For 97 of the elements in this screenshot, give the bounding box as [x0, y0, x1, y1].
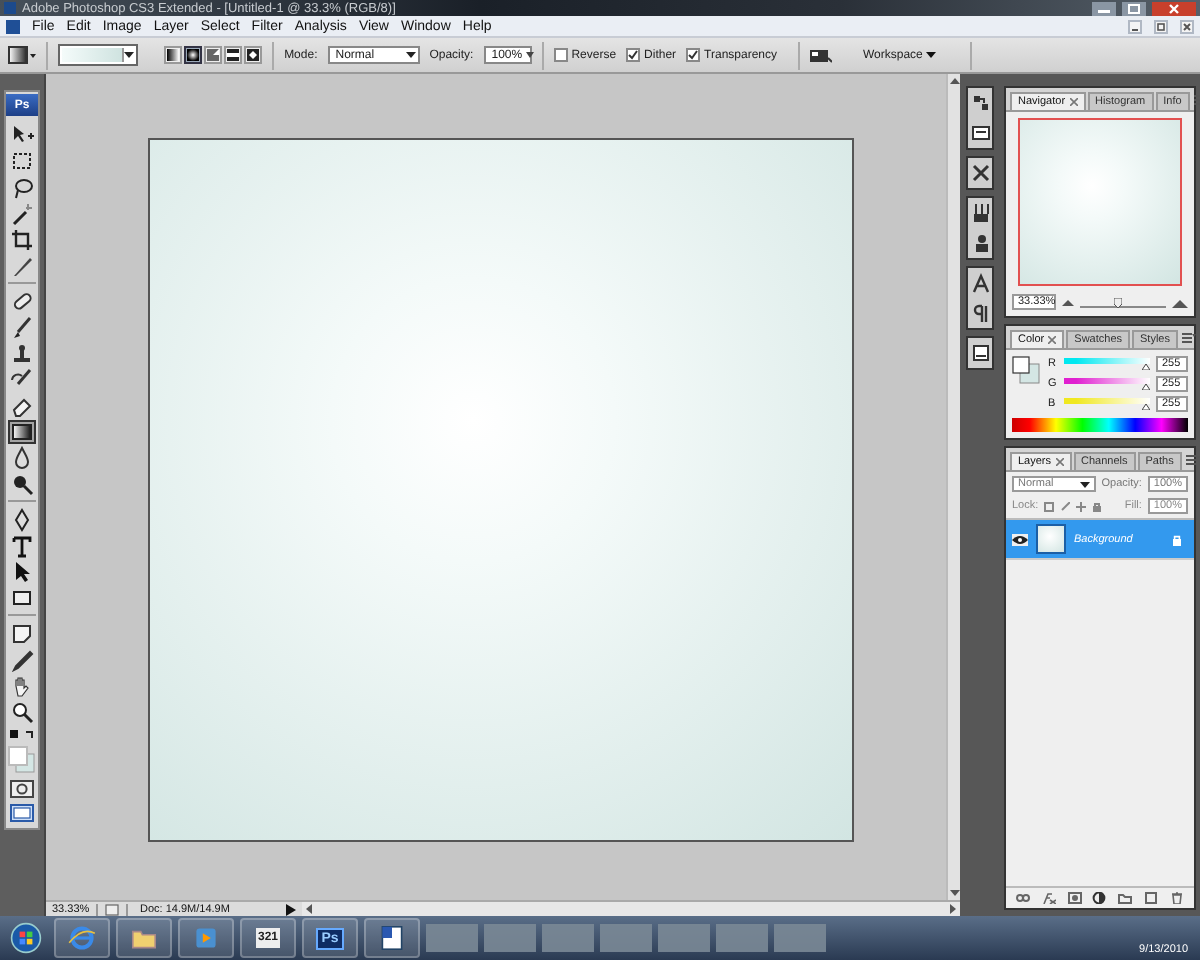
- checkbox[interactable]: [686, 48, 701, 62]
- effects-icon[interactable]: [1041, 892, 1056, 904]
- vertical-scrollbar[interactable]: [946, 74, 960, 900]
- menu-arrow-icon[interactable]: [286, 903, 296, 915]
- stamp-tool-icon[interactable]: [8, 341, 36, 365]
- notes-tool-icon[interactable]: [8, 621, 36, 645]
- folder-taskbar-button[interactable]: [116, 918, 172, 958]
- lock-icon[interactable]: [1092, 501, 1103, 511]
- eye-icon[interactable]: [1012, 533, 1028, 545]
- document-icon[interactable]: [104, 903, 120, 915]
- taskbar-thumbnail[interactable]: [542, 924, 594, 952]
- lock-move-icon[interactable]: [1076, 501, 1087, 511]
- checkbox[interactable]: [626, 48, 641, 62]
- history-tool-icon[interactable]: [8, 367, 36, 391]
- new-layer-icon[interactable]: [1144, 892, 1159, 904]
- gradient-type-icon[interactable]: [184, 46, 203, 64]
- browser-icon: [66, 922, 98, 954]
- checkbox[interactable]: [553, 48, 568, 62]
- maximize-icon[interactable]: [1122, 1, 1146, 15]
- layer-thumbnail: [1036, 524, 1066, 554]
- slice-tool-icon[interactable]: [8, 253, 36, 277]
- mask-icon[interactable]: [1067, 892, 1082, 904]
- media-icon: [190, 922, 222, 954]
- channel-slider[interactable]: [1064, 358, 1150, 370]
- gradient-type-icon[interactable]: [244, 46, 263, 64]
- document-taskbar-button[interactable]: [364, 918, 420, 958]
- channel-slider[interactable]: [1064, 398, 1150, 410]
- layer-comps-panel-icon[interactable]: [969, 342, 991, 364]
- link-icon[interactable]: [1015, 892, 1030, 904]
- zoom-tool-icon[interactable]: [8, 699, 36, 723]
- history-panel-icon[interactable]: [969, 92, 991, 114]
- slider-thumb[interactable]: [1114, 297, 1123, 307]
- close-icon[interactable]: [1152, 1, 1196, 15]
- crop-tool-icon[interactable]: [8, 227, 36, 251]
- dodge-tool-icon[interactable]: [8, 471, 36, 495]
- media-taskbar-button[interactable]: [178, 918, 234, 958]
- taskbar-thumbnail[interactable]: [774, 924, 826, 952]
- swap-colors-icon[interactable]: [8, 728, 36, 744]
- folder-icon[interactable]: [1118, 892, 1133, 904]
- minimize-icon[interactable]: [1128, 19, 1142, 33]
- start-icon: [10, 922, 42, 954]
- character-panel-icon[interactable]: [969, 272, 991, 294]
- taskbar-thumbnail[interactable]: [716, 924, 768, 952]
- zoom-out-icon[interactable]: [1062, 298, 1074, 306]
- type-tool-icon[interactable]: [8, 533, 36, 557]
- eyedropper-tool-icon[interactable]: [8, 647, 36, 671]
- brushes-panel-icon[interactable]: [969, 202, 991, 224]
- tools-panel-icon[interactable]: [969, 162, 991, 184]
- brush-tool-icon[interactable]: [8, 315, 36, 339]
- quick-mask-icon[interactable]: [10, 780, 34, 798]
- trash-icon[interactable]: [1169, 892, 1184, 904]
- color-swatches-icon[interactable]: [8, 746, 36, 774]
- caret-icon: [124, 52, 135, 58]
- arrow-right-icon[interactable]: [950, 904, 956, 914]
- close-icon[interactable]: [1048, 336, 1057, 344]
- zoom-in-icon[interactable]: [1172, 297, 1188, 307]
- gradient-tool-icon[interactable]: [8, 419, 36, 443]
- gradient-tool-icon[interactable]: [8, 46, 36, 64]
- close-icon[interactable]: [1180, 19, 1194, 33]
- heal-tool-icon[interactable]: [8, 289, 36, 313]
- taskbar-thumbnail[interactable]: [658, 924, 710, 952]
- arrow-up-icon[interactable]: [949, 78, 959, 84]
- lock-transparency-icon[interactable]: [1044, 501, 1055, 511]
- lock-brush-icon[interactable]: [1060, 501, 1071, 511]
- eraser-tool-icon[interactable]: [8, 393, 36, 417]
- taskbar-thumbnail[interactable]: [484, 924, 536, 952]
- arrow-down-icon[interactable]: [949, 890, 959, 896]
- taskbar-thumbnail[interactable]: [426, 924, 478, 952]
- actions-panel-icon[interactable]: [969, 122, 991, 144]
- shape-tool-icon[interactable]: [8, 585, 36, 609]
- caret-icon: [526, 52, 535, 58]
- caret-icon: [1079, 481, 1090, 487]
- horizontal-scrollbar[interactable]: [302, 902, 960, 916]
- close-icon[interactable]: [1055, 458, 1064, 466]
- restore-icon[interactable]: [1154, 19, 1168, 33]
- channel-slider[interactable]: [1064, 378, 1150, 390]
- zoom-slider[interactable]: [1080, 297, 1166, 307]
- color-swatches-icon[interactable]: [1012, 356, 1040, 384]
- palette-icon[interactable]: [808, 46, 833, 64]
- screen-mode-icon[interactable]: [10, 804, 34, 822]
- taskbar-thumbnail[interactable]: [600, 924, 652, 952]
- adjustment-icon[interactable]: [1092, 892, 1107, 904]
- color-spectrum[interactable]: [1012, 418, 1188, 432]
- arrow-left-icon[interactable]: [306, 904, 312, 914]
- document-icon: [376, 922, 408, 954]
- wand-tool-icon[interactable]: [8, 201, 36, 225]
- caret-icon: [926, 52, 937, 58]
- move-tool-icon[interactable]: [8, 123, 36, 147]
- gradient-picker[interactable]: [57, 44, 139, 66]
- paragraph-panel-icon[interactable]: [969, 302, 991, 324]
- caret-icon: [405, 52, 416, 58]
- close-icon[interactable]: [1069, 98, 1078, 106]
- minimize-icon[interactable]: [1092, 1, 1116, 15]
- browser-taskbar-button[interactable]: [54, 918, 110, 958]
- marquee-tool-icon[interactable]: [8, 149, 36, 173]
- gradient-type-icon[interactable]: [224, 46, 243, 64]
- gradient-type-icon[interactable]: [164, 46, 183, 64]
